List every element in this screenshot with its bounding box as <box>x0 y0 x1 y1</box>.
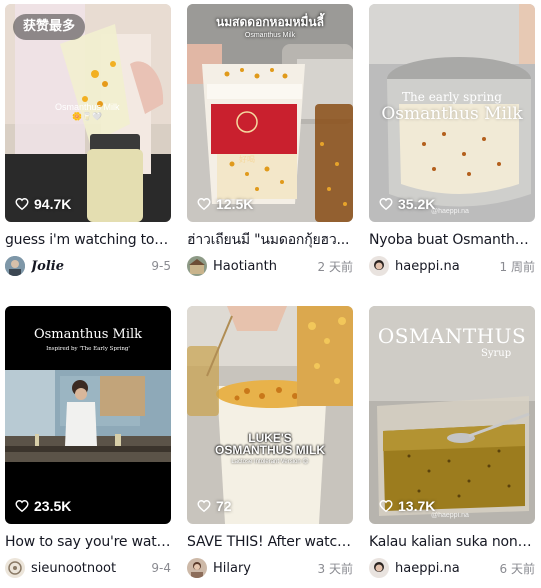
overlay-subtitle: Lactose Intolerant Version 😊 <box>231 459 309 465</box>
heart-icon <box>197 500 211 513</box>
watermark: @haeppi.na <box>431 512 469 519</box>
overlay-title: OSMANTHUS <box>377 324 527 348</box>
video-caption[interactable]: Nyoba buat Osmanthus ... <box>369 232 535 249</box>
watermark: @haeppi.na <box>431 208 469 215</box>
overlay-title: Osmanthus Milk 🌼🥛🤍 <box>55 102 120 121</box>
author-name[interactable]: haeppi.na <box>395 561 500 576</box>
post-date: 3 天前 <box>317 561 353 576</box>
overlay-subtitle: Syrup <box>481 348 512 359</box>
video-thumbnail[interactable]: LUKE'S OSMANTHUS MILK Lactose Intolerant… <box>187 306 353 524</box>
video-thumbnail[interactable]: OSMANTHUS Syrup @haeppi.na 13.7K <box>369 306 535 524</box>
overlay-title: นมสดดอกหอมหมื่นลี้ Osmanthus Milk <box>216 15 324 39</box>
like-count: 23.5K <box>15 498 71 514</box>
thumbnail-image <box>187 306 353 524</box>
video-caption[interactable]: SAVE THIS! After watch... <box>187 534 353 551</box>
overlay-subtitle: The early spring <box>402 90 502 104</box>
author-avatar[interactable] <box>5 558 25 578</box>
video-thumbnail[interactable]: The early spring Osmanthus Milk @haeppi.… <box>369 4 535 222</box>
overlay-subtitle: Inspired by 'The Early Spring' <box>46 346 130 352</box>
overlay-title: LUKE'S OSMANTHUS MILK <box>215 431 325 457</box>
heart-icon <box>15 500 29 513</box>
like-count: 72 <box>197 498 232 514</box>
author-name[interactable]: Hilary <box>213 561 318 576</box>
heart-icon <box>379 500 393 513</box>
author-avatar[interactable] <box>369 558 389 578</box>
video-card[interactable]: 获赞最多 Osmanthus Milk 🌼🥛🤍 94.7K guess i'm … <box>5 4 171 276</box>
video-card[interactable]: OSMANTHUS Syrup @haeppi.na 13.7K Kalau k… <box>369 306 535 578</box>
post-date: 9-4 <box>151 561 171 575</box>
video-card[interactable]: Osmanthus Milk Inspired by 'The Early Sp… <box>5 306 171 578</box>
pinned-badge: 获赞最多 <box>13 14 86 40</box>
author-avatar[interactable] <box>187 558 207 578</box>
video-thumbnail[interactable]: นมสดดอกหอมหมื่นลี้ Osmanthus Milk 好喝 12.… <box>187 4 353 222</box>
cup-logo: 好喝 <box>239 155 255 164</box>
author-name[interactable]: Haotianth <box>213 259 318 274</box>
post-date: 9-5 <box>151 259 171 273</box>
overlay-title: Osmanthus Milk <box>33 327 143 342</box>
author-name[interactable]: sieunootnoot <box>31 561 151 576</box>
video-card[interactable]: The early spring Osmanthus Milk @haeppi.… <box>369 4 535 276</box>
video-thumbnail[interactable]: Osmanthus Milk Inspired by 'The Early Sp… <box>5 306 171 524</box>
author-avatar[interactable] <box>369 256 389 276</box>
video-card[interactable]: LUKE'S OSMANTHUS MILK Lactose Intolerant… <box>187 306 353 578</box>
heart-icon <box>379 198 393 211</box>
post-date: 6 天前 <box>499 561 535 576</box>
post-date: 2 天前 <box>317 259 353 274</box>
video-card[interactable]: นมสดดอกหอมหมื่นลี้ Osmanthus Milk 好喝 12.… <box>187 4 353 276</box>
video-thumbnail[interactable]: 获赞最多 Osmanthus Milk 🌼🥛🤍 94.7K <box>5 4 171 222</box>
author-name[interactable]: haeppi.na <box>395 259 500 274</box>
author-name[interactable]: Jolie <box>31 259 151 274</box>
overlay-title: Osmanthus Milk <box>381 104 523 124</box>
author-avatar[interactable] <box>5 256 25 276</box>
author-avatar[interactable] <box>187 256 207 276</box>
like-count: 13.7K <box>379 498 435 514</box>
heart-icon <box>15 198 29 211</box>
post-date: 1 周前 <box>499 259 535 274</box>
video-caption[interactable]: ฮ่าวเถียนมี่ "นมดอกกุ้ยฮว... <box>187 232 353 249</box>
like-count: 35.2K <box>379 196 435 212</box>
like-count: 94.7K <box>15 196 71 212</box>
heart-icon <box>197 198 211 211</box>
video-caption[interactable]: guess i'm watching too... <box>5 232 171 249</box>
video-caption[interactable]: Kalau kalian suka nonto... <box>369 534 535 551</box>
video-caption[interactable]: How to say you're watc... <box>5 534 171 551</box>
like-count: 12.5K <box>197 196 253 212</box>
